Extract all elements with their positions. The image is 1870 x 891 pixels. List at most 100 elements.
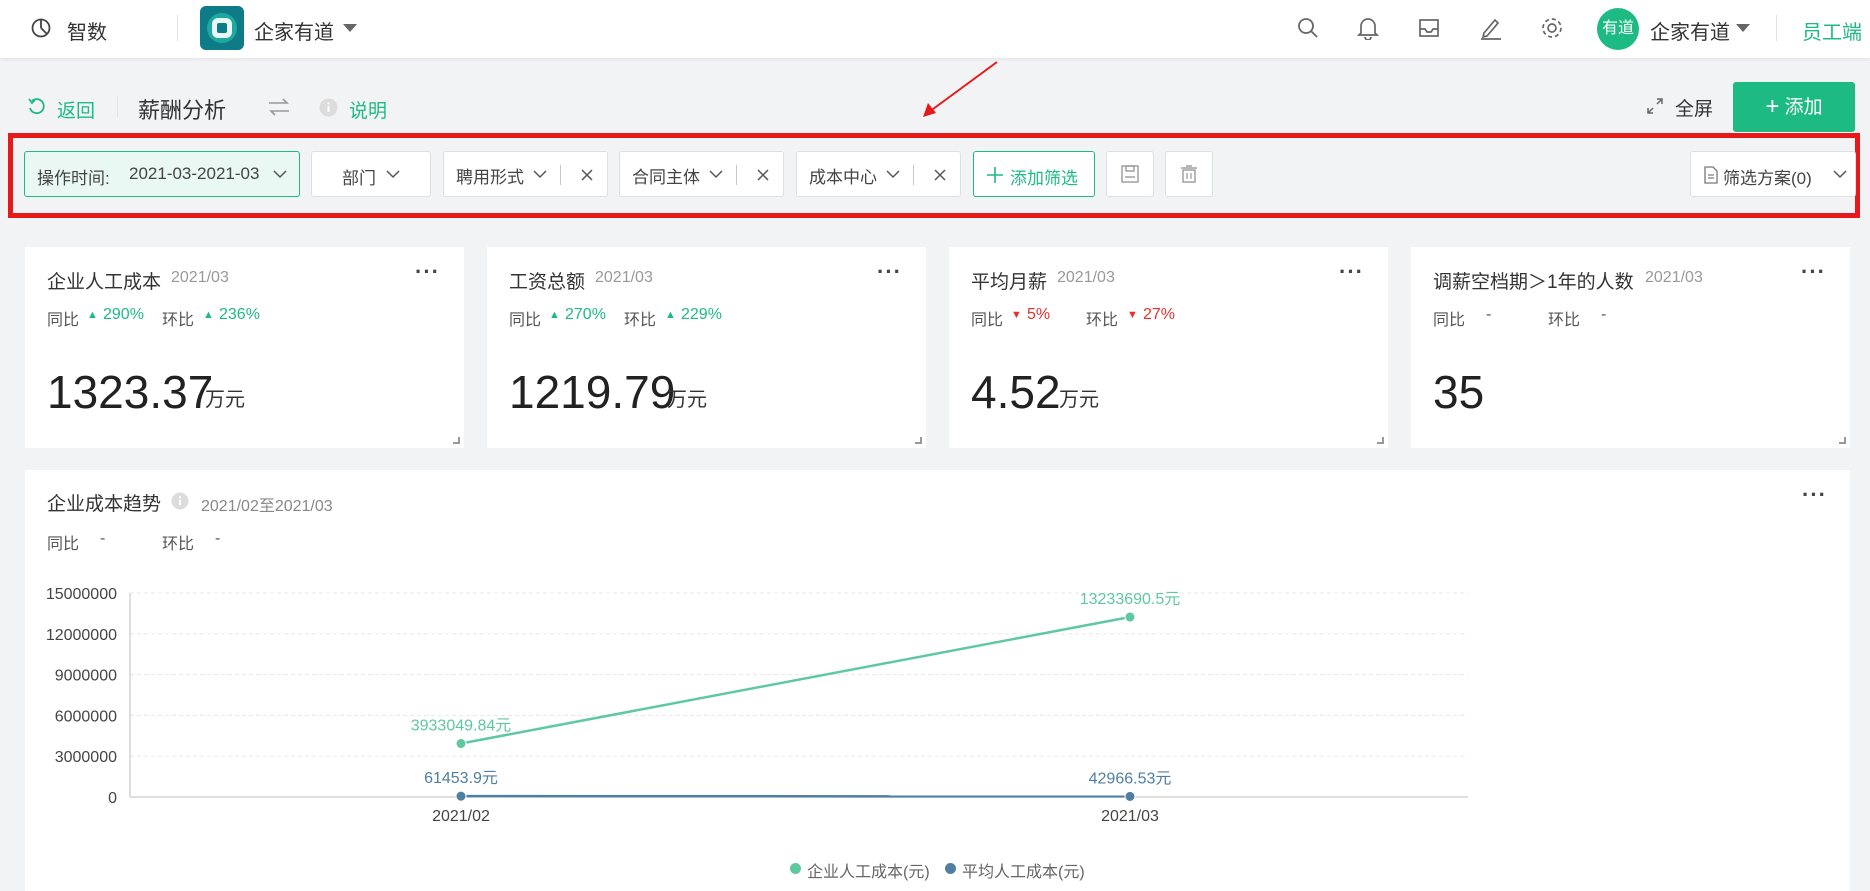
data-label: 13233690.5元: [1080, 591, 1181, 608]
save-icon: [1121, 165, 1139, 183]
more-icon[interactable]: ···: [1339, 261, 1364, 283]
filter-scheme-label: 筛选方案(0): [1723, 169, 1812, 188]
filter-contract[interactable]: 合同主体: [619, 151, 784, 197]
filter-employment-label: 聘用形式: [456, 168, 524, 187]
legend-dot-labor-cost: [790, 863, 801, 874]
card-date: 2021/03: [171, 269, 229, 286]
back-icon[interactable]: [27, 97, 45, 115]
card-title: 工资总额: [509, 272, 586, 293]
y-tick-label: 0: [108, 790, 117, 807]
mom-value: 229%: [681, 306, 722, 323]
org-name[interactable]: 企家有道: [254, 16, 334, 45]
mom-value: 27%: [1143, 306, 1176, 323]
top-bar: 智数 企家有道 有道 企家有道 员工端: [0, 0, 1870, 58]
kpi-value: 1219.79: [509, 366, 676, 418]
data-label: 61453.9元: [424, 770, 498, 787]
close-icon[interactable]: [934, 169, 946, 181]
filter-time-label: 操作时间:: [37, 169, 110, 188]
help-link[interactable]: 说明: [349, 96, 387, 123]
filter-contract-label: 合同主体: [632, 168, 700, 187]
yoy-arrow-up-icon: ▲: [87, 309, 98, 321]
yoy-value: 270%: [565, 306, 606, 323]
chip-separator: [913, 165, 914, 185]
filter-time[interactable]: 操作时间: 2021-03-2021-03: [24, 151, 300, 197]
resize-handle[interactable]: [1839, 437, 1846, 444]
filter-cost-center[interactable]: 成本中心: [796, 151, 961, 197]
trash-icon: [1180, 165, 1198, 183]
divider: [117, 96, 118, 118]
org-logo[interactable]: [200, 6, 244, 50]
bell-icon[interactable]: [1357, 16, 1379, 40]
avatar[interactable]: 有道: [1597, 8, 1639, 50]
kpi-card-total-salary[interactable]: 工资总额 2021/03 ··· 同比 ▲ 270% 环比 ▲ 229% 121…: [487, 247, 926, 448]
resize-handle[interactable]: [1377, 437, 1384, 444]
mom-value: -: [1601, 306, 1607, 323]
switch-icon[interactable]: [268, 97, 290, 117]
search-icon[interactable]: [1297, 17, 1319, 39]
mom-label: 环比: [1086, 312, 1119, 329]
series-line: [460, 615, 1131, 745]
caret-down-icon[interactable]: [1736, 24, 1750, 33]
card-title: 平均月薪: [971, 272, 1048, 293]
edit-icon[interactable]: [1479, 16, 1503, 40]
app-name[interactable]: 智数: [67, 16, 107, 45]
yoy-label: 同比: [47, 312, 80, 329]
chip-separator: [736, 165, 737, 185]
filter-department[interactable]: 部门: [311, 151, 431, 197]
filter-employment[interactable]: 聘用形式: [443, 151, 608, 197]
chevron-down-icon: [386, 170, 400, 179]
close-icon[interactable]: [581, 169, 593, 181]
add-button[interactable]: + 添加: [1733, 82, 1855, 132]
more-icon[interactable]: ···: [415, 261, 440, 283]
mom-label: 环比: [624, 312, 657, 329]
caret-down-icon[interactable]: [343, 24, 357, 33]
back-link[interactable]: 返回: [57, 96, 95, 123]
trend-chart-card[interactable]: 企业成本趋势 2021/02至2021/03 ··· 同比 - 环比 - 0 30…: [25, 470, 1850, 891]
yoy-label: 同比: [509, 312, 542, 329]
mom-value: 236%: [219, 306, 260, 323]
more-icon[interactable]: ···: [1801, 261, 1826, 283]
chip-separator: [560, 165, 561, 185]
y-tick-label: 3000000: [55, 749, 117, 766]
kpi-card-salary-gap[interactable]: 调薪空档期＞1年的人数 2021/03 ··· 同比 - 环比 - 35: [1411, 247, 1850, 448]
plus-icon: [987, 167, 1003, 183]
legend-label-labor-cost[interactable]: 企业人工成本(元): [807, 858, 930, 882]
close-icon[interactable]: [757, 169, 769, 181]
data-point: [1124, 790, 1136, 802]
kpi-card-avg-salary[interactable]: 平均月薪 2021/03 ··· 同比 ▼ 5% 环比 ▼ 27% 4.52 万…: [949, 247, 1388, 448]
employee-link[interactable]: 员工端: [1802, 16, 1862, 45]
kpi-unit: 万元: [1059, 389, 1099, 411]
card-title: 企业人工成本: [47, 272, 162, 293]
more-icon[interactable]: ···: [877, 261, 902, 283]
legend-label-avg-cost[interactable]: 平均人工成本(元): [962, 858, 1085, 882]
gear-icon[interactable]: [1540, 16, 1564, 40]
yoy-arrow-down-icon: ▼: [1011, 309, 1022, 321]
data-point: [1124, 611, 1136, 623]
filter-scheme-dropdown[interactable]: 筛选方案(0): [1690, 151, 1856, 197]
y-tick-label: 12000000: [46, 627, 117, 644]
chevron-down-icon: [273, 170, 287, 179]
yoy-value: 5%: [1027, 306, 1051, 323]
add-filter-button[interactable]: 添加筛选: [973, 151, 1095, 197]
chevron-down-icon: [886, 170, 900, 179]
resize-handle[interactable]: [453, 437, 460, 444]
filter-cost-center-label: 成本中心: [809, 168, 877, 187]
x-tick-label: 2021/02: [432, 808, 490, 825]
inbox-icon[interactable]: [1418, 17, 1440, 39]
card-date: 2021/03: [595, 269, 653, 286]
resize-handle[interactable]: [915, 437, 922, 444]
user-name[interactable]: 企家有道: [1650, 16, 1730, 45]
y-tick-label: 6000000: [55, 708, 117, 725]
save-filter-button[interactable]: [1106, 151, 1154, 197]
fullscreen-icon[interactable]: [1646, 97, 1664, 115]
filter-department-label: 部门: [342, 169, 376, 188]
annotation-arrow: [923, 61, 998, 117]
kpi-card-labor-cost[interactable]: 企业人工成本 2021/03 ··· 同比 ▲ 290% 环比 ▲ 236% 1…: [25, 247, 464, 448]
card-date: 2021/03: [1057, 269, 1115, 286]
add-filter-label: 添加筛选: [1010, 169, 1078, 188]
pie-chart-icon: [30, 17, 52, 39]
document-icon: [1704, 166, 1718, 184]
chevron-down-icon: [709, 170, 723, 179]
delete-filter-button[interactable]: [1165, 151, 1213, 197]
fullscreen-button[interactable]: 全屏: [1675, 94, 1713, 121]
